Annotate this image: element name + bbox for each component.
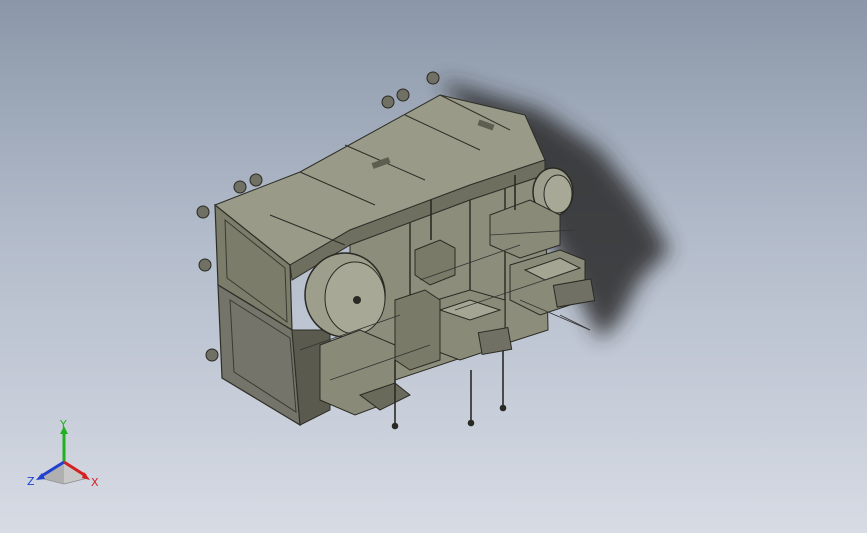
graphics-viewport[interactable]: Y X Z: [0, 0, 867, 533]
triad-z-label: Z: [27, 475, 35, 488]
machine-3d-model[interactable]: [0, 0, 867, 533]
triad-x-label: X: [91, 476, 99, 489]
orientation-triad: Y X Z: [27, 420, 99, 489]
triad-y-label: Y: [59, 420, 67, 431]
